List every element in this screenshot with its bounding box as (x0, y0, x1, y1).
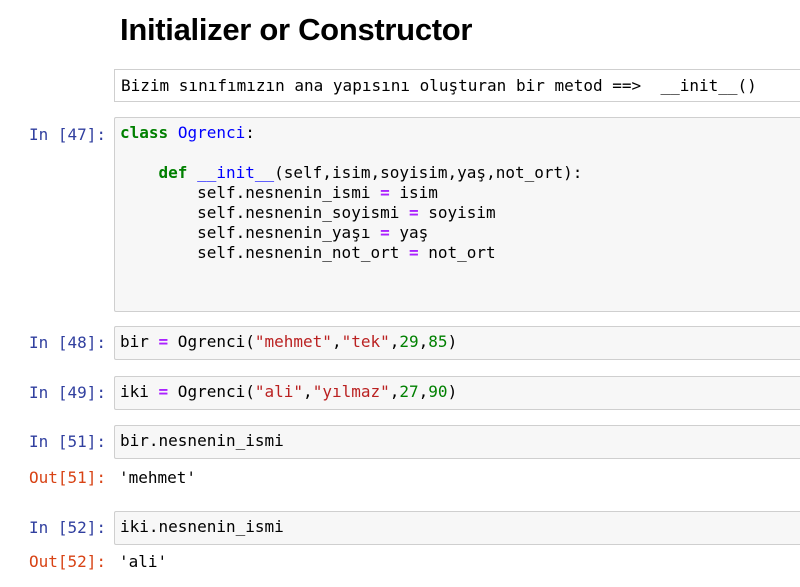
code-cell-47[interactable]: class Ogrenci: def __init__(self,isim,so… (114, 117, 800, 312)
input-prompt-49: In [49]: (28, 383, 106, 402)
code-editor-48[interactable]: bir = Ogrenci("mehmet","tek",29,85) (115, 327, 800, 352)
code-token: 85 (428, 332, 448, 351)
input-prompt-47: In [47]: (28, 125, 106, 144)
code-token: "mehmet" (254, 332, 332, 351)
code-token: "ali" (254, 382, 304, 401)
code-token: = (380, 183, 390, 202)
code-cell-52[interactable]: iki.nesnenin_ismi (114, 511, 800, 545)
input-prompt-48: In [48]: (28, 333, 106, 352)
code-token: "yılmaz" (312, 382, 390, 401)
code-token: = (158, 382, 169, 401)
markdown-cell[interactable]: Bizim sınıfımızın ana yapısını oluşturan… (114, 69, 800, 102)
notebook-heading: Initializer or Constructor (120, 12, 473, 47)
code-token: = (408, 243, 419, 262)
code-cell-51[interactable]: bir.nesnenin_ismi (114, 425, 800, 459)
code-editor-51[interactable]: bir.nesnenin_ismi (115, 426, 800, 451)
code-token: def (158, 163, 188, 182)
code-token: = (158, 332, 169, 351)
code-token: __init__ (197, 163, 275, 182)
code-token: 90 (428, 382, 448, 401)
output-prompt-51: Out[51]: (28, 468, 106, 487)
code-token: = (380, 223, 390, 242)
code-token: "tek" (341, 332, 390, 351)
output-prompt-52: Out[52]: (28, 552, 106, 571)
input-prompt-51: In [51]: (28, 432, 106, 451)
code-editor-47[interactable]: class Ogrenci: def __init__(self,isim,so… (115, 118, 800, 263)
code-token: 27 (399, 382, 419, 401)
code-token: = (408, 203, 419, 222)
code-token: class (120, 123, 169, 142)
code-editor-49[interactable]: iki = Ogrenci("ali","yılmaz",27,90) (115, 377, 800, 402)
markdown-text: Bizim sınıfımızın ana yapısını oluşturan… (121, 76, 757, 95)
output-51: 'mehmet' (119, 468, 197, 487)
code-token: Ogrenci (177, 123, 246, 142)
code-editor-52[interactable]: iki.nesnenin_ismi (115, 512, 800, 537)
code-token: 29 (399, 332, 419, 351)
output-52: 'ali' (119, 552, 168, 571)
code-cell-48[interactable]: bir = Ogrenci("mehmet","tek",29,85) (114, 326, 800, 360)
code-cell-49[interactable]: iki = Ogrenci("ali","yılmaz",27,90) (114, 376, 800, 410)
input-prompt-52: In [52]: (28, 518, 106, 537)
